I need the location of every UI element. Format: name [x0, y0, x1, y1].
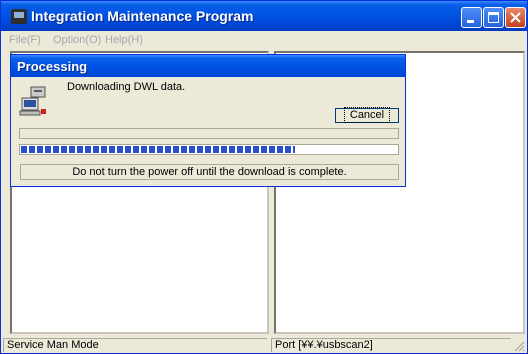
cancel-button-label: Cancel	[343, 107, 391, 123]
status-bar: Service Man Mode Port [¥¥.¥usbscan2]	[1, 336, 527, 353]
status-mode: Service Man Mode	[3, 338, 267, 352]
download-progress-bar	[19, 144, 399, 155]
title-bar[interactable]: Integration Maintenance Program	[1, 1, 527, 31]
menu-bar: File(F) Option(O) Help(H)	[1, 31, 527, 49]
window-title: Integration Maintenance Program	[31, 8, 254, 24]
minimize-button[interactable]	[461, 7, 482, 28]
menu-option[interactable]: Option(O)	[53, 34, 101, 46]
menu-file[interactable]: File(F)	[9, 34, 41, 46]
download-progress-fill	[21, 146, 295, 153]
computer-download-icon	[19, 86, 46, 116]
resize-grip-icon[interactable]	[513, 340, 525, 352]
close-button[interactable]	[505, 7, 526, 28]
close-icon	[510, 12, 521, 23]
cancel-button[interactable]: Cancel	[335, 107, 399, 123]
main-window: Integration Maintenance Program File(F) …	[0, 0, 528, 354]
dialog-title: Processing	[17, 59, 88, 74]
status-port: Port [¥¥.¥usbscan2]	[271, 338, 511, 352]
dialog-title-bar[interactable]: Processing	[11, 55, 405, 77]
processing-dialog: Processing Downloading DWL data. Cancel …	[10, 54, 406, 187]
progress-track-empty	[19, 128, 399, 139]
menu-help[interactable]: Help(H)	[105, 34, 143, 46]
maximize-button[interactable]	[483, 7, 504, 28]
dialog-message: Downloading DWL data.	[67, 81, 186, 93]
maximize-icon	[488, 12, 499, 23]
power-warning-note: Do not turn the power off until the down…	[20, 164, 399, 180]
minimize-icon	[467, 20, 474, 23]
app-icon[interactable]	[11, 9, 27, 24]
